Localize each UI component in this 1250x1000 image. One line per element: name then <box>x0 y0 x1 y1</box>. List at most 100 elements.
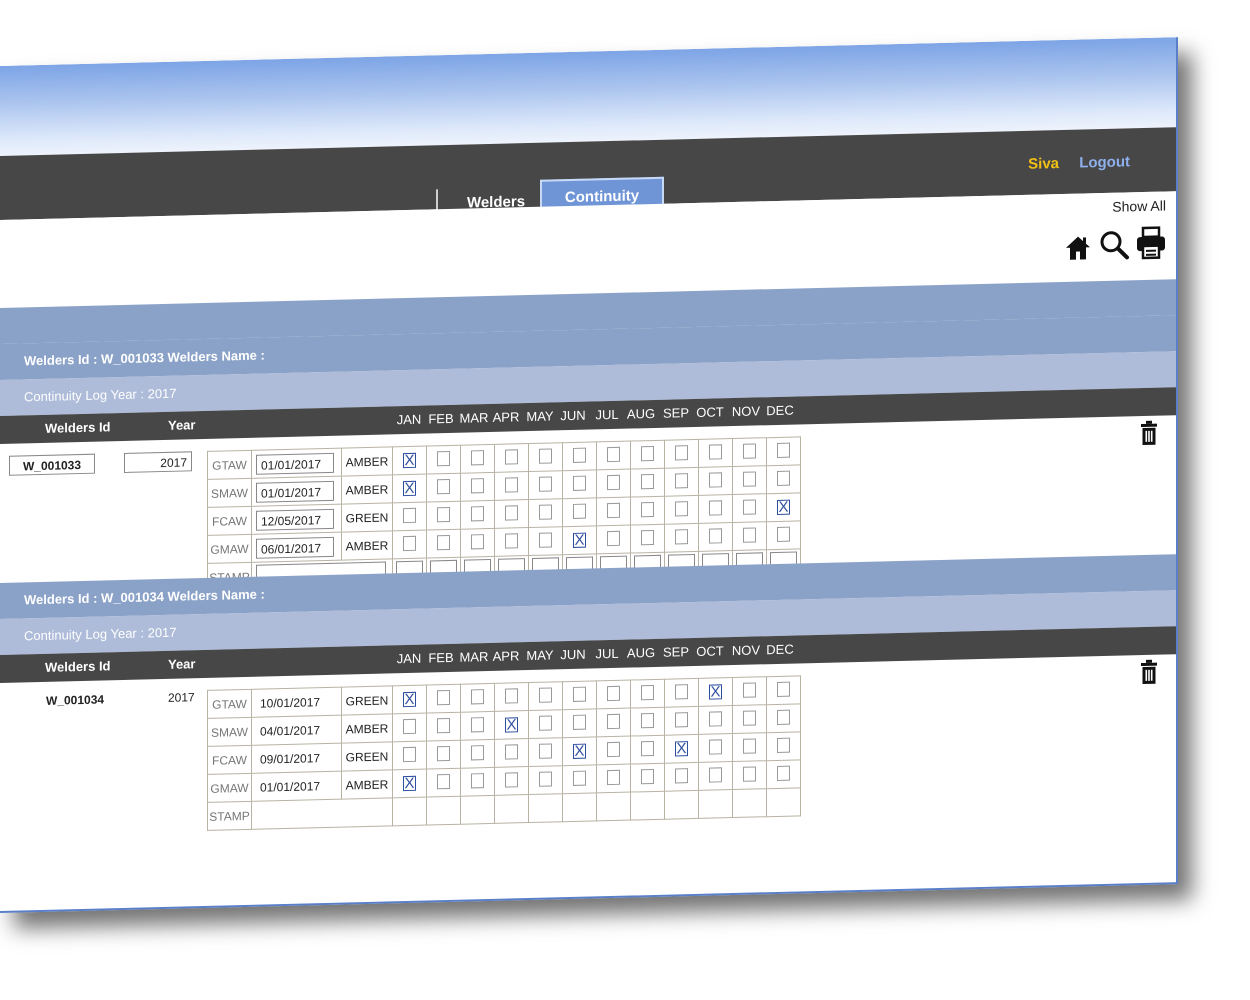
month-checkbox[interactable] <box>505 448 518 465</box>
month-checkbox[interactable] <box>437 773 450 789</box>
month-checkbox[interactable]: X <box>403 452 416 469</box>
month-checkbox[interactable]: X <box>675 740 688 757</box>
month-checkbox[interactable] <box>641 445 654 461</box>
month-checkbox[interactable] <box>539 475 552 492</box>
month-checkbox[interactable] <box>573 770 586 786</box>
month-checkbox[interactable] <box>539 686 552 703</box>
month-checkbox[interactable] <box>505 476 518 493</box>
month-checkbox[interactable] <box>641 501 654 517</box>
welder-id-field[interactable]: W_001033 <box>9 453 95 476</box>
month-checkbox[interactable] <box>607 474 620 490</box>
month-checkbox[interactable] <box>777 526 790 542</box>
month-checkbox[interactable] <box>743 526 756 543</box>
month-checkbox[interactable] <box>709 710 722 727</box>
month-checkbox[interactable] <box>437 745 450 761</box>
month-checkbox[interactable] <box>777 737 790 753</box>
month-checkbox[interactable] <box>539 531 552 548</box>
month-checkbox[interactable]: X <box>403 775 416 792</box>
month-checkbox[interactable] <box>641 529 654 545</box>
month-checkbox[interactable] <box>607 741 620 757</box>
month-checkbox[interactable] <box>777 442 790 458</box>
year-field[interactable]: 2017 <box>124 451 192 473</box>
month-checkbox[interactable] <box>505 532 518 549</box>
month-checkbox[interactable]: X <box>573 743 586 760</box>
delete-icon[interactable] <box>1140 659 1158 685</box>
month-checkbox[interactable] <box>641 473 654 489</box>
month-checkbox[interactable] <box>539 770 552 787</box>
month-checkbox[interactable] <box>709 471 722 488</box>
month-checkbox[interactable] <box>471 533 484 549</box>
date-field[interactable]: 06/01/2017 <box>256 536 334 559</box>
month-checkbox[interactable] <box>641 740 654 756</box>
month-checkbox[interactable]: X <box>403 691 416 708</box>
month-checkbox[interactable]: X <box>573 532 586 549</box>
month-checkbox[interactable]: X <box>777 499 790 516</box>
month-checkbox[interactable] <box>437 450 450 466</box>
month-checkbox[interactable]: X <box>709 683 722 701</box>
month-checkbox[interactable] <box>505 771 518 788</box>
month-checkbox[interactable] <box>641 768 654 784</box>
month-checkbox[interactable] <box>675 711 688 727</box>
date-field[interactable]: 12/05/2017 <box>256 508 334 531</box>
month-checkbox[interactable] <box>607 530 620 546</box>
month-checkbox[interactable] <box>675 500 688 516</box>
month-checkbox[interactable] <box>505 687 518 704</box>
month-checkbox[interactable] <box>437 478 450 494</box>
month-checkbox[interactable] <box>709 499 722 516</box>
month-checkbox[interactable] <box>743 709 756 726</box>
month-checkbox[interactable] <box>403 535 416 551</box>
date-field[interactable]: 01/01/2017 <box>256 480 334 503</box>
month-checkbox[interactable] <box>437 717 450 733</box>
month-checkbox[interactable] <box>539 742 552 759</box>
month-checkbox[interactable] <box>437 689 450 705</box>
month-checkbox[interactable] <box>471 772 484 788</box>
month-checkbox[interactable] <box>471 688 484 704</box>
month-checkbox[interactable] <box>777 709 790 725</box>
month-checkbox[interactable] <box>573 503 586 519</box>
month-checkbox[interactable] <box>573 447 586 463</box>
home-icon[interactable] <box>1064 233 1092 262</box>
logout-link[interactable]: Logout <box>1079 153 1130 171</box>
month-checkbox[interactable] <box>505 504 518 521</box>
month-checkbox[interactable] <box>403 746 416 762</box>
month-checkbox[interactable] <box>743 737 756 754</box>
month-checkbox[interactable] <box>675 472 688 488</box>
month-checkbox[interactable]: X <box>505 716 518 734</box>
month-checkbox[interactable] <box>607 685 620 701</box>
month-checkbox[interactable] <box>743 681 756 698</box>
month-checkbox[interactable] <box>539 714 552 731</box>
print-icon[interactable] <box>1136 225 1166 260</box>
month-checkbox[interactable] <box>573 686 586 702</box>
month-checkbox[interactable] <box>471 716 484 732</box>
month-checkbox[interactable] <box>709 527 722 544</box>
month-checkbox[interactable] <box>437 506 450 522</box>
month-checkbox[interactable] <box>471 505 484 521</box>
month-checkbox[interactable] <box>607 713 620 729</box>
month-checkbox[interactable] <box>471 449 484 465</box>
month-checkbox[interactable] <box>573 475 586 491</box>
month-checkbox[interactable] <box>675 444 688 460</box>
month-checkbox[interactable] <box>607 446 620 462</box>
month-checkbox[interactable] <box>403 718 416 734</box>
month-checkbox[interactable] <box>709 766 722 783</box>
month-checkbox[interactable] <box>505 743 518 760</box>
show-all-link[interactable]: Show All <box>1112 197 1166 214</box>
search-icon[interactable] <box>1098 228 1130 261</box>
month-checkbox[interactable] <box>539 447 552 464</box>
date-field[interactable]: 01/01/2017 <box>256 452 334 475</box>
month-checkbox[interactable] <box>403 507 416 523</box>
month-checkbox[interactable] <box>743 498 756 515</box>
month-checkbox[interactable] <box>675 683 688 699</box>
month-checkbox[interactable] <box>607 502 620 518</box>
month-checkbox[interactable] <box>675 528 688 544</box>
month-checkbox[interactable] <box>743 765 756 782</box>
month-checkbox[interactable] <box>777 470 790 486</box>
month-checkbox[interactable] <box>777 681 790 697</box>
month-checkbox[interactable] <box>743 470 756 487</box>
month-checkbox[interactable] <box>709 443 722 460</box>
month-checkbox[interactable] <box>709 738 722 755</box>
month-checkbox[interactable] <box>675 767 688 783</box>
month-checkbox[interactable] <box>471 477 484 493</box>
month-checkbox[interactable]: X <box>403 480 416 497</box>
month-checkbox[interactable] <box>471 744 484 760</box>
